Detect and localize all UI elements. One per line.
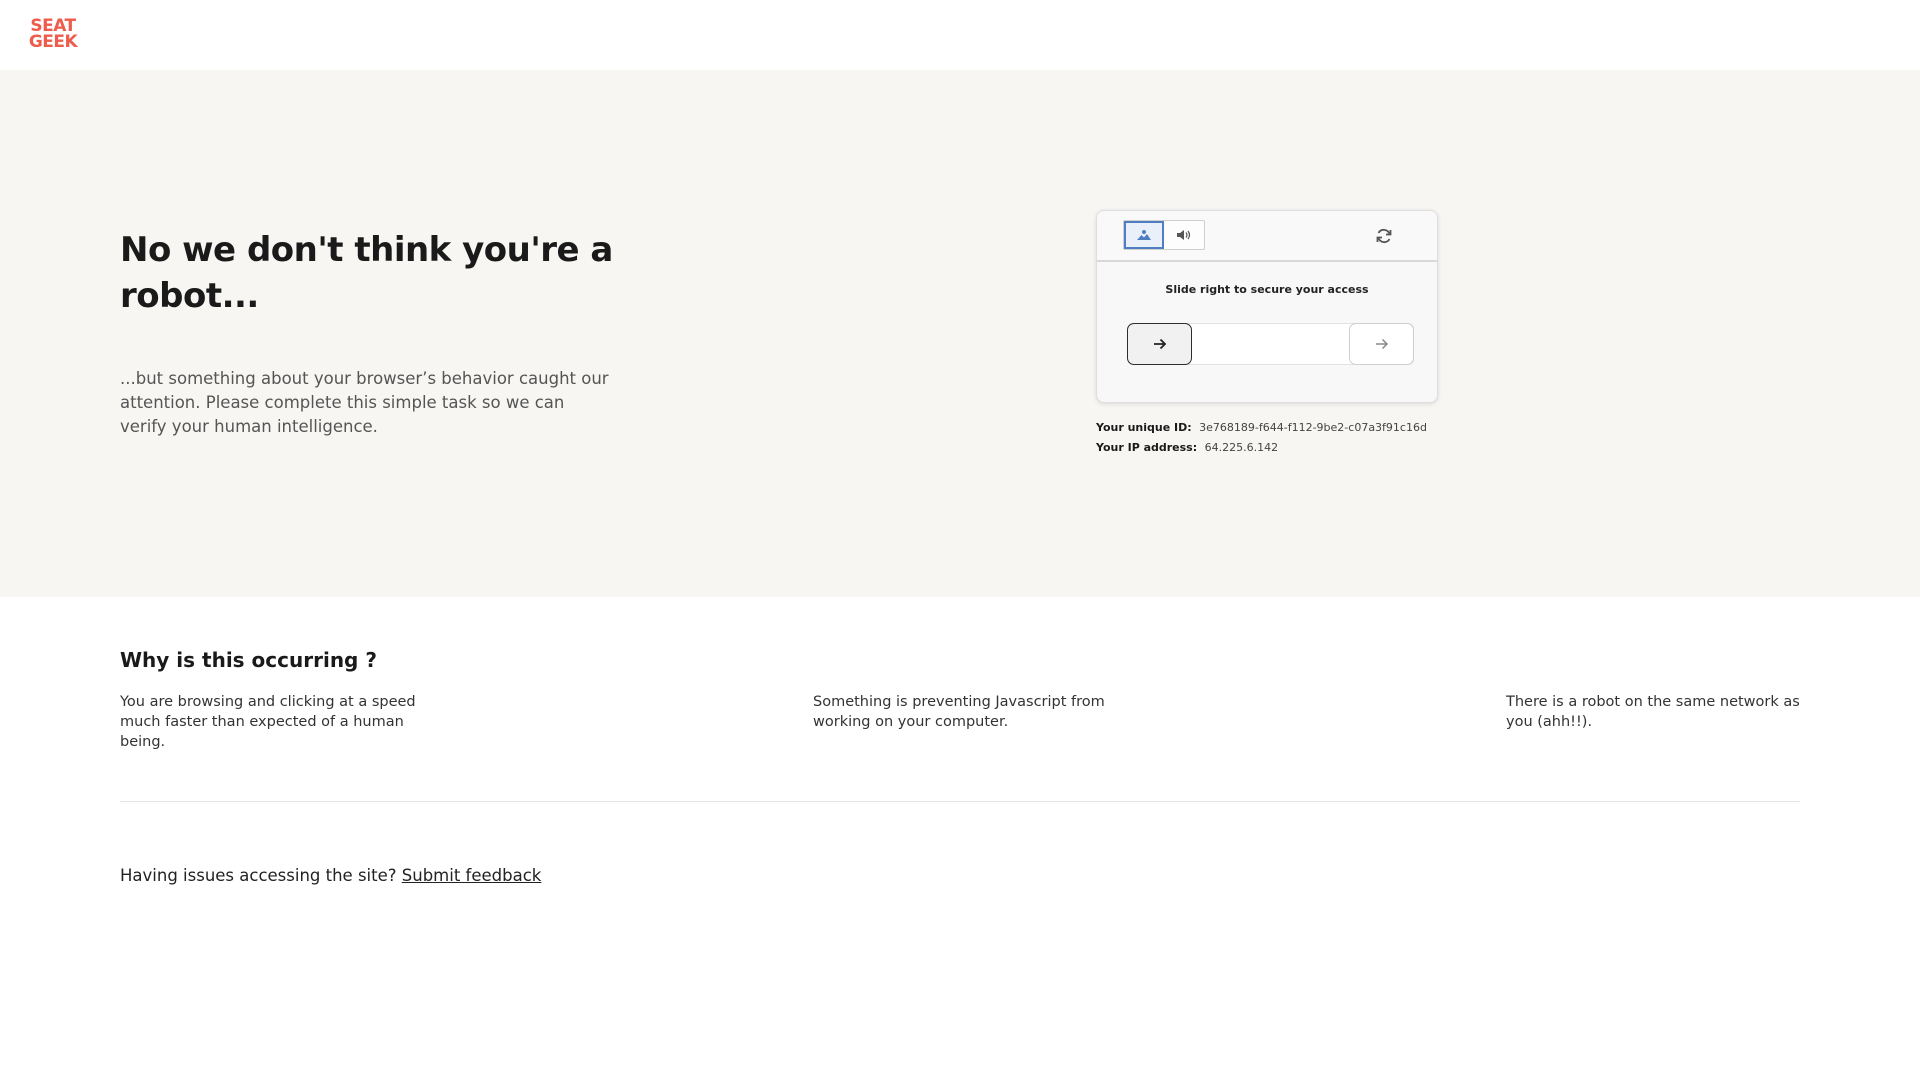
seatgeek-logo[interactable]: SEAT GEEK	[28, 18, 78, 54]
hero-description: ...but something about your browser’s be…	[120, 369, 609, 436]
section-divider	[120, 801, 1800, 802]
captcha-instruction: Slide right to secure your access	[1165, 283, 1369, 296]
unique-id-line: Your unique ID: 3e768189-f644-f112-9be2-…	[1096, 421, 1427, 434]
why-heading: Why is this occurring ?	[120, 648, 377, 672]
ip-address-label: Your IP address:	[1096, 441, 1198, 454]
arrow-right-icon	[1375, 338, 1388, 350]
feedback-line: Having issues accessing the site? Submit…	[120, 866, 541, 885]
arrow-right-icon	[1153, 338, 1166, 350]
captcha-mode-toggle	[1123, 220, 1205, 250]
image-icon	[1137, 230, 1152, 240]
logo-line-2: GEEK	[28, 32, 78, 52]
submit-feedback-link[interactable]: Submit feedback	[402, 866, 542, 885]
unique-id-label: Your unique ID:	[1096, 421, 1192, 434]
page-title: No we don't think you're a robot...	[120, 230, 613, 316]
reason-item: Something is preventing Javascript from …	[813, 694, 1105, 730]
unique-id-value: 3e768189-f644-f112-9be2-c07a3f91c16d	[1199, 421, 1427, 434]
slider-handle[interactable]	[1127, 323, 1192, 365]
feedback-question: Having issues accessing the site?	[120, 866, 397, 885]
captcha-widget: Slide right to secure your access	[1096, 210, 1438, 403]
audio-icon	[1177, 230, 1191, 240]
reason-item: You are browsing and clicking at a speed…	[120, 694, 416, 750]
captcha-toolbar	[1097, 211, 1437, 262]
ip-address-line: Your IP address: 64.225.6.142	[1096, 441, 1278, 454]
slider-target	[1349, 323, 1414, 365]
refresh-icon	[1376, 228, 1392, 244]
audio-mode-button[interactable]	[1164, 221, 1204, 249]
hero-section: No we don't think you're a robot... ...b…	[0, 70, 1920, 597]
refresh-captcha-button[interactable]	[1373, 225, 1395, 247]
ip-address-value: 64.225.6.142	[1204, 441, 1279, 454]
visual-mode-button[interactable]	[1124, 221, 1165, 249]
site-header: SEAT GEEK	[0, 0, 1920, 70]
reason-item: There is a robot on the same network as …	[1506, 694, 1800, 730]
